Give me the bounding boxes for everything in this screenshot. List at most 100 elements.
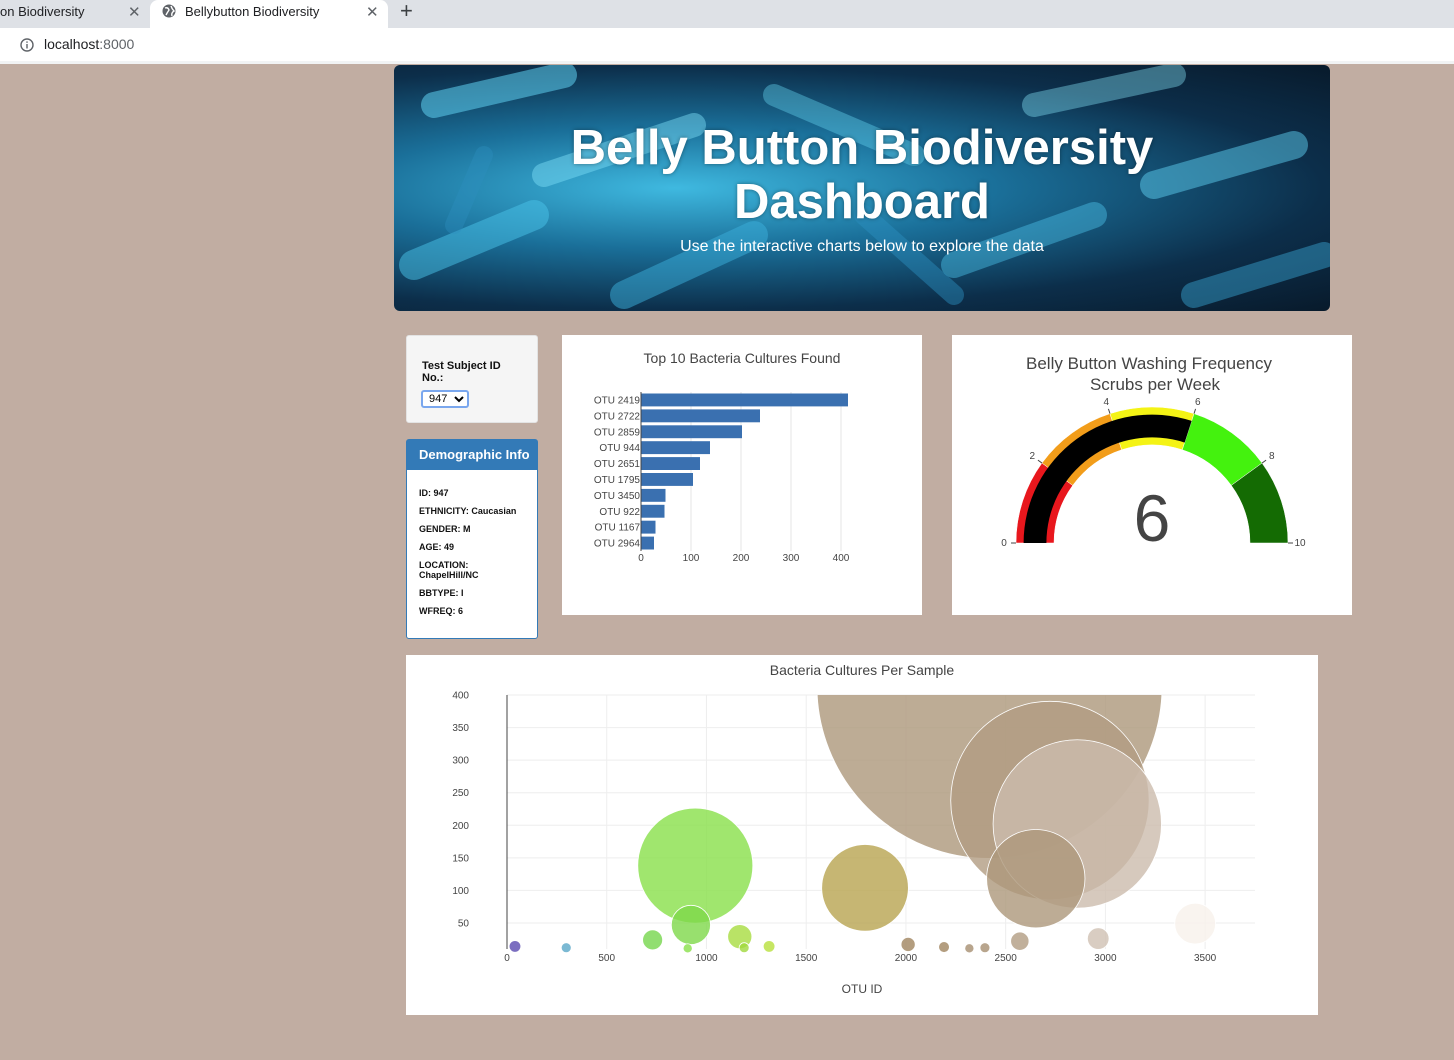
- url-text[interactable]: localhost:8000: [44, 36, 134, 52]
- gauge-tick-label: 6: [1195, 397, 1201, 408]
- bar-category-label: OTU 944: [599, 443, 640, 454]
- page-title: Belly Button Biodiversity Dashboard: [394, 121, 1330, 229]
- bar-category-label: OTU 3450: [594, 491, 641, 502]
- bubble-y-tick-label: 100: [452, 886, 469, 897]
- header-banner: Belly Button Biodiversity Dashboard Use t…: [394, 65, 1330, 311]
- demographic-info-title: Demographic Info: [407, 440, 537, 470]
- tab-title: Bellybutton Biodiversity: [185, 4, 320, 19]
- bar-category-label: OTU 2651: [594, 459, 641, 470]
- bubble-x-tick-label: 3000: [1094, 953, 1117, 964]
- bubble: [1174, 902, 1216, 945]
- demographic-row: ID: 947: [419, 488, 449, 498]
- bar-chart-card: Top 10 Bacteria Cultures Found 0 100 200 30…: [562, 335, 922, 615]
- bar: [641, 473, 693, 486]
- bubble: [938, 941, 950, 953]
- bar-chart[interactable]: Top 10 Bacteria Cultures Found 0 100 200 30…: [562, 335, 922, 615]
- bubble: [642, 929, 664, 951]
- address-bar[interactable]: localhost:8000: [0, 28, 1454, 64]
- bar-x-tick-label: 0: [638, 553, 644, 564]
- close-tab-icon[interactable]: ✕: [366, 1, 379, 25]
- bubble-x-tick-label: 3500: [1194, 953, 1217, 964]
- subject-selector-label: Test Subject ID No.:: [422, 360, 501, 384]
- bubble-x-tick-label: 1000: [695, 953, 718, 964]
- page-title-line1: Belly Button Biodiversity: [570, 121, 1154, 175]
- bar: [641, 488, 666, 502]
- page-title-line2: Dashboard: [734, 175, 990, 229]
- gauge-tick: [1037, 459, 1043, 464]
- globe-icon: [162, 4, 176, 18]
- bar: [641, 504, 665, 518]
- gauge-tick-label: 4: [1103, 397, 1109, 408]
- bubble-y-tick-label: 150: [452, 853, 469, 864]
- bubble: [1086, 927, 1110, 950]
- bubble-x-axis-label: OTU ID: [842, 982, 883, 996]
- demographic-row: GENDER: M: [419, 524, 471, 534]
- new-tab-button[interactable]: +: [400, 0, 413, 22]
- bubble: [900, 936, 916, 952]
- demographic-info-panel: Demographic Info ID: 947 ETHNICITY: Cauc…: [406, 439, 538, 639]
- bubble: [986, 829, 1086, 929]
- gauge-title-line1: Belly Button Washing Frequency: [1026, 354, 1272, 373]
- subject-id-select[interactable]: 947: [421, 390, 469, 408]
- bar-category-label: OTU 2964: [594, 539, 641, 550]
- bubble: [964, 943, 975, 953]
- bar-x-tick-label: 100: [683, 553, 700, 564]
- bubble: [682, 943, 693, 953]
- bar: [641, 409, 760, 423]
- url-host: localhost: [44, 36, 100, 52]
- bar-x-tick-label: 200: [733, 553, 750, 564]
- gauge-tick-label: 8: [1269, 451, 1275, 462]
- bubble: [1010, 931, 1030, 951]
- demographic-row: LOCATION: ChapelHill/NC: [419, 560, 479, 580]
- bar: [641, 441, 710, 455]
- demographic-row: BBTYPE: I: [419, 588, 464, 598]
- bubble: [508, 940, 522, 953]
- gauge-title-line2: Scrubs per Week: [1090, 375, 1221, 394]
- browser-tab-bar: on Biodiversity ✕ Bellybutton Biodiversi…: [0, 0, 1454, 28]
- bar-category-label: OTU 2722: [594, 411, 641, 422]
- bar: [641, 457, 700, 470]
- bar: [641, 520, 656, 534]
- gauge-value-label: 6: [1134, 481, 1171, 555]
- close-tab-icon[interactable]: ✕: [128, 1, 141, 25]
- bubble-chart[interactable]: Bacteria Cultures Per Sample OTU ID 0 500…: [406, 655, 1318, 1015]
- bar: [641, 425, 742, 439]
- site-info-icon[interactable]: [20, 38, 34, 52]
- browser-tab-active[interactable]: Bellybutton Biodiversity ✕: [150, 0, 388, 28]
- bubble-y-tick-label: 200: [452, 821, 469, 832]
- bar-x-tick-label: 300: [783, 553, 800, 564]
- browser-tab-inactive[interactable]: on Biodiversity ✕: [0, 0, 148, 28]
- bubble: [670, 904, 711, 945]
- bubble-x-tick-label: 2500: [995, 953, 1018, 964]
- bubble: [821, 844, 909, 932]
- bubble-y-tick-label: 300: [452, 756, 469, 767]
- bubble-y-tick-label: 400: [452, 691, 469, 702]
- demographic-row: ETHNICITY: Caucasian: [419, 506, 517, 516]
- bar-category-label: OTU 2859: [594, 427, 641, 438]
- bar-category-label: OTU 2419: [594, 395, 641, 406]
- gauge-chart[interactable]: Belly Button Washing Frequency Scrubs pe…: [952, 335, 1352, 615]
- bubble-x-tick-label: 2000: [895, 953, 918, 964]
- bar-category-label: OTU 1795: [594, 475, 641, 486]
- bar-chart-title: Top 10 Bacteria Cultures Found: [644, 350, 841, 366]
- bar-x-tick-label: 400: [833, 553, 850, 564]
- demographic-info-body: ID: 947 ETHNICITY: Caucasian GENDER: M A…: [407, 470, 537, 616]
- bubble-x-tick-label: 0: [504, 953, 510, 964]
- demographic-row: WFREQ: 6: [419, 606, 463, 616]
- bar-category-label: OTU 922: [599, 507, 640, 518]
- demographic-row: AGE: 49: [419, 542, 455, 552]
- bubble: [560, 942, 572, 953]
- bar: [641, 536, 654, 550]
- gauge-chart-card: Belly Button Washing Frequency Scrubs pe…: [952, 335, 1352, 615]
- url-port: :8000: [99, 36, 135, 52]
- bar-category-label: OTU 1167: [595, 523, 641, 534]
- bubble-y-tick-label: 50: [458, 918, 470, 929]
- gauge-tick: [1107, 408, 1111, 414]
- tab-title: on Biodiversity: [0, 4, 85, 19]
- gauge-tick-label: 2: [1029, 451, 1035, 462]
- gauge-tick-label: 0: [1001, 538, 1007, 549]
- bubble-chart-card: Bacteria Cultures Per Sample OTU ID 0 500…: [406, 655, 1318, 1015]
- bar: [641, 393, 848, 407]
- bubble-y-tick-label: 350: [452, 723, 469, 734]
- bubble: [738, 942, 750, 953]
